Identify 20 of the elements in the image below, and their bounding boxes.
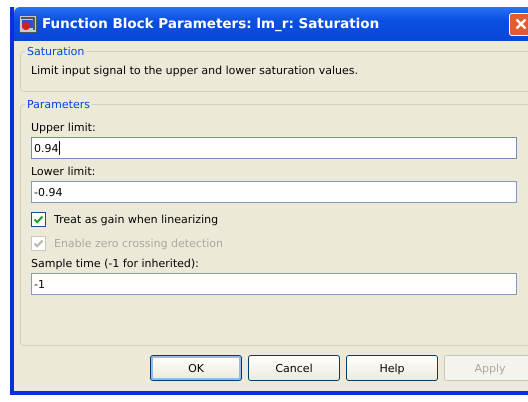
input-field[interactable]: 0.94 [31,137,517,159]
dialog-button[interactable]: OK [150,355,242,381]
window-title: Function Block Parameters: lm_r: Saturation [42,16,380,32]
group-title: Parameters [26,98,91,111]
description-text: Limit input signal to the upper and lower saturation values. [31,64,360,77]
field-label: Sample time (-1 for inherited): [31,257,200,270]
group-title: Saturation [26,45,86,58]
checkbox[interactable]: Treat as gain when linearizing [31,211,517,227]
field-label: Upper limit: [31,121,97,134]
block-diagram-icon [19,15,37,33]
input-field[interactable]: -1 [31,273,517,295]
check-icon [33,238,44,248]
input-field[interactable]: -0.94 [31,181,517,203]
field-label: Lower limit: [31,165,96,178]
check-icon [33,214,44,224]
checkbox-box[interactable] [31,212,46,226]
dialog-button[interactable]: Help [346,355,438,381]
close-icon [514,18,526,30]
close-button[interactable] [509,12,528,36]
dialog-button[interactable]: Cancel [248,355,340,381]
